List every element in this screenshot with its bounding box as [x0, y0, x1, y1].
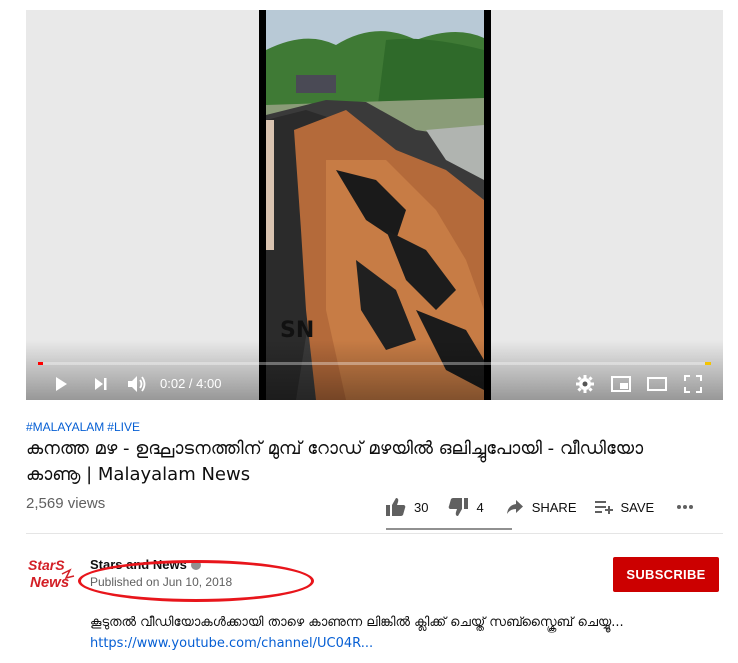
hashtag-link[interactable]: #MALAYALAM	[26, 420, 104, 434]
save-label: SAVE	[620, 499, 655, 515]
video-actions: 30 4 SHARE SAVE	[386, 492, 706, 530]
logo-line-1: StarS	[28, 557, 65, 573]
more-actions-button[interactable]	[676, 504, 694, 510]
subscribe-button[interactable]: SUBSCRIBE	[613, 557, 719, 592]
play-button[interactable]	[50, 372, 72, 396]
fullscreen-button[interactable]	[681, 372, 705, 396]
next-button[interactable]	[88, 372, 112, 396]
channel-avatar[interactable]: StarS News	[26, 556, 76, 592]
play-icon	[56, 377, 67, 391]
skip-next-icon	[95, 378, 107, 390]
channel-name-text: Stars and News	[90, 557, 187, 572]
mute-button[interactable]	[124, 372, 150, 396]
ad-marker	[705, 362, 711, 365]
theater-mode-button[interactable]	[645, 372, 669, 396]
divider	[26, 533, 723, 534]
more-horizontal-icon	[677, 505, 694, 509]
hashtag-link[interactable]: #LIVE	[107, 420, 140, 434]
sentiment-bar	[386, 528, 512, 530]
logo-line-2: News	[30, 574, 69, 591]
channel-link[interactable]: https://www.youtube.com/channel/UC04R...	[90, 636, 373, 651]
progress-bar[interactable]	[38, 362, 711, 365]
playlist-add-icon	[594, 501, 613, 514]
channel-logo: StarS News	[28, 557, 75, 591]
miniplayer-button[interactable]	[609, 372, 633, 396]
save-button[interactable]: SAVE	[594, 499, 655, 515]
share-label: SHARE	[531, 499, 577, 515]
description-text: കൂടുതൽ വീഡിയോകൾക്കായി താഴെ കാണുന്ന ലിങ്ക…	[90, 615, 624, 630]
video-title: കനത്ത മഴ - ഉദ്ഘാടനത്തിന് മുമ്പ് റോഡ് മഴയ…	[26, 438, 644, 485]
dislike-button[interactable]: 4	[448, 498, 484, 516]
like-count: 30	[414, 499, 429, 515]
thumbs-down-icon	[449, 498, 469, 516]
hashtags: #MALAYALAM #LIVE	[26, 420, 143, 434]
like-button[interactable]: 30	[386, 498, 428, 516]
channel-name[interactable]: Stars and News	[90, 557, 201, 572]
share-icon	[506, 500, 523, 514]
fullscreen-icon	[684, 375, 702, 393]
dislike-count: 4	[476, 499, 484, 515]
publish-date: Published on Jun 10, 2018	[90, 575, 233, 589]
theater-icon	[647, 377, 667, 391]
progress-fill	[38, 362, 44, 365]
time-display: 0:02 / 4:00	[160, 376, 222, 391]
volume-icon	[128, 376, 146, 392]
gear-icon	[576, 375, 594, 393]
settings-button[interactable]	[574, 372, 596, 396]
thumbs-up-icon	[386, 498, 406, 516]
verified-icon	[190, 560, 201, 570]
view-count: 2,569 views	[26, 495, 106, 512]
video-description: കൂടുതൽ വീഡിയോകൾക്കായി താഴെ കാണുന്ന ലിങ്ക…	[90, 612, 650, 654]
video-player[interactable]: SN 0:02 / 4:00	[26, 10, 723, 400]
miniplayer-icon	[611, 376, 631, 392]
share-button[interactable]: SHARE	[506, 499, 577, 515]
